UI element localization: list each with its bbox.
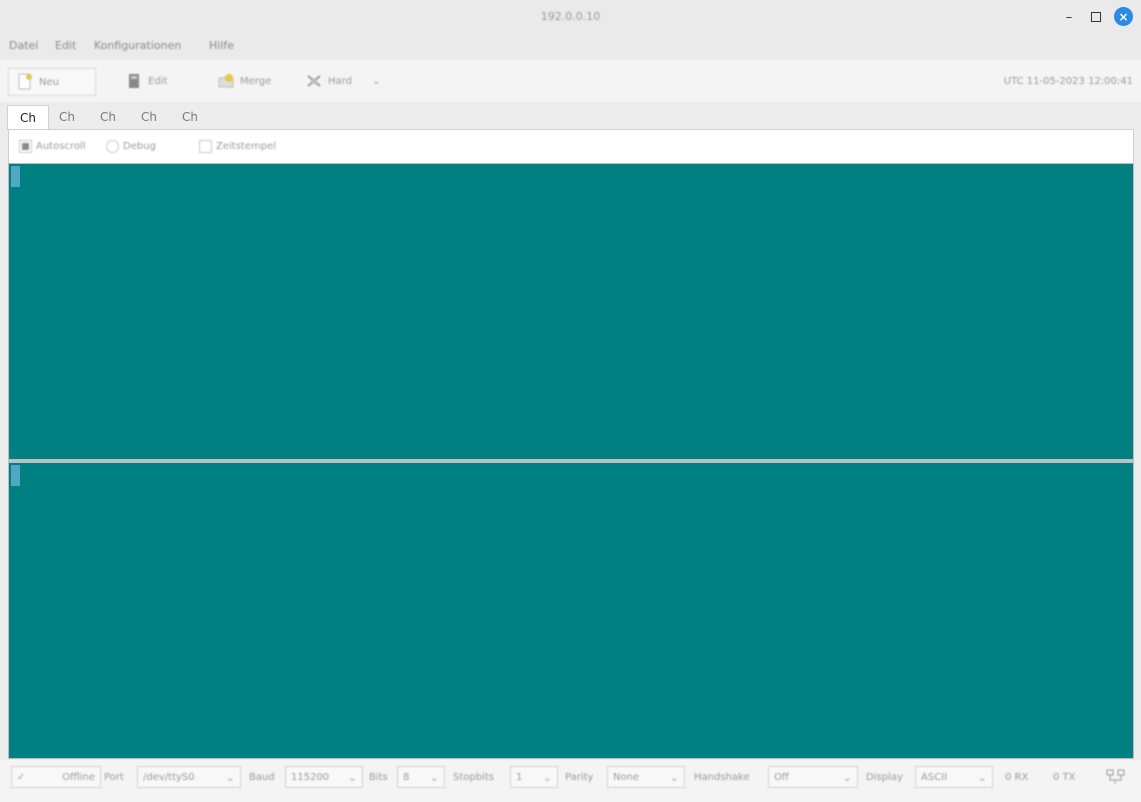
send-terminal[interactable] <box>8 462 1134 759</box>
check-icon: ✓ <box>17 771 26 783</box>
menu-help[interactable]: Hilfe <box>209 39 234 52</box>
stopbits-label: Stopbits <box>453 771 494 783</box>
bits-value: 8 <box>403 771 410 783</box>
bits-select[interactable]: 8 <box>397 766 445 788</box>
new-file-icon <box>17 73 33 91</box>
edit-button[interactable]: Edit <box>118 68 175 94</box>
baud-label: Baud <box>249 771 275 783</box>
parity-select[interactable]: None <box>607 766 685 788</box>
connect-icon <box>306 72 322 90</box>
text-cursor <box>11 166 20 187</box>
checkbox-checked-icon <box>19 140 32 153</box>
bits-label: Bits <box>369 771 388 783</box>
tx-counter: 0 TX <box>1053 771 1076 783</box>
rx-counter: 0 RX <box>1005 771 1029 783</box>
minimize-icon: – <box>1065 9 1073 25</box>
tab-2[interactable]: Ch <box>47 105 87 129</box>
menu-configurations[interactable]: Konfigurationen <box>94 39 181 52</box>
new-label: Neu <box>39 76 59 88</box>
radio-icon <box>106 140 119 153</box>
merge-label: Merge <box>240 75 272 87</box>
checkbox-icon <box>199 140 212 153</box>
window-title: 192.0.0.10 <box>540 10 601 23</box>
receive-terminal[interactable] <box>8 163 1134 460</box>
display-select[interactable]: ASCII <box>915 766 993 788</box>
port-select[interactable]: /dev/ttyS0 <box>137 766 241 788</box>
close-icon: × <box>1118 9 1129 24</box>
tab-4[interactable]: Ch <box>129 105 169 129</box>
autoscroll-checkbox[interactable]: Autoscroll <box>19 140 86 153</box>
timestamp-checkbox[interactable]: Zeitstempel <box>199 140 276 153</box>
handshake-value: Off <box>774 771 789 783</box>
merge-icon <box>218 72 234 90</box>
parity-label: Parity <box>565 771 594 783</box>
parity-value: None <box>613 771 640 783</box>
timestamp-option-label: Zeitstempel <box>216 141 277 152</box>
merge-button[interactable]: Merge <box>210 68 279 94</box>
autoscroll-label: Autoscroll <box>36 141 86 152</box>
display-value: ASCII <box>921 771 948 783</box>
baud-select[interactable]: 115200 <box>285 766 363 788</box>
title-bar: 192.0.0.10 – × <box>0 0 1141 34</box>
display-label: Display <box>866 771 903 783</box>
options-row: Autoscroll Debug Zeitstempel <box>8 129 1134 163</box>
menu-bar: Datei Edit Konfigurationen Hilfe <box>0 34 1141 58</box>
status-bar: ✓ Offline Port /dev/ttyS0 Baud 115200 Bi… <box>0 760 1141 802</box>
hard-label: Hard <box>328 75 352 87</box>
maximize-icon <box>1091 12 1101 22</box>
tab-5[interactable]: Ch <box>170 105 210 129</box>
toolbar: Neu Edit Merge Hard ⌄ UTC 11-05-2023 12:… <box>0 60 1141 102</box>
handshake-select[interactable]: Off <box>768 766 858 788</box>
network-icon <box>1105 767 1127 788</box>
edit-icon <box>126 72 142 90</box>
network-icon-button[interactable] <box>1105 766 1127 788</box>
stopbits-value: 1 <box>516 771 523 783</box>
debug-label: Debug <box>123 141 156 152</box>
chevron-down-icon[interactable]: ⌄ <box>372 76 380 87</box>
tab-3[interactable]: Ch <box>88 105 128 129</box>
hard-button[interactable]: Hard ⌄ <box>298 68 388 94</box>
status-label: Offline <box>62 771 95 783</box>
menu-file[interactable]: Datei <box>9 39 38 52</box>
port-value: /dev/ttyS0 <box>143 771 195 783</box>
text-cursor <box>11 465 20 486</box>
baud-value: 115200 <box>291 771 330 783</box>
tab-1[interactable]: Ch <box>7 105 49 130</box>
edit-label: Edit <box>148 75 168 87</box>
menu-edit[interactable]: Edit <box>55 39 76 52</box>
connection-status[interactable]: ✓ Offline <box>11 766 101 788</box>
timestamp: UTC 11-05-2023 12:00:41 <box>1003 76 1133 87</box>
close-button[interactable]: × <box>1114 7 1133 26</box>
stopbits-select[interactable]: 1 <box>510 766 558 788</box>
handshake-label: Handshake <box>694 771 750 783</box>
new-button[interactable]: Neu <box>8 68 96 96</box>
port-label: Port <box>104 771 124 783</box>
debug-radio[interactable]: Debug <box>106 140 156 153</box>
minimize-button[interactable]: – <box>1060 8 1078 26</box>
maximize-button[interactable] <box>1087 8 1105 26</box>
